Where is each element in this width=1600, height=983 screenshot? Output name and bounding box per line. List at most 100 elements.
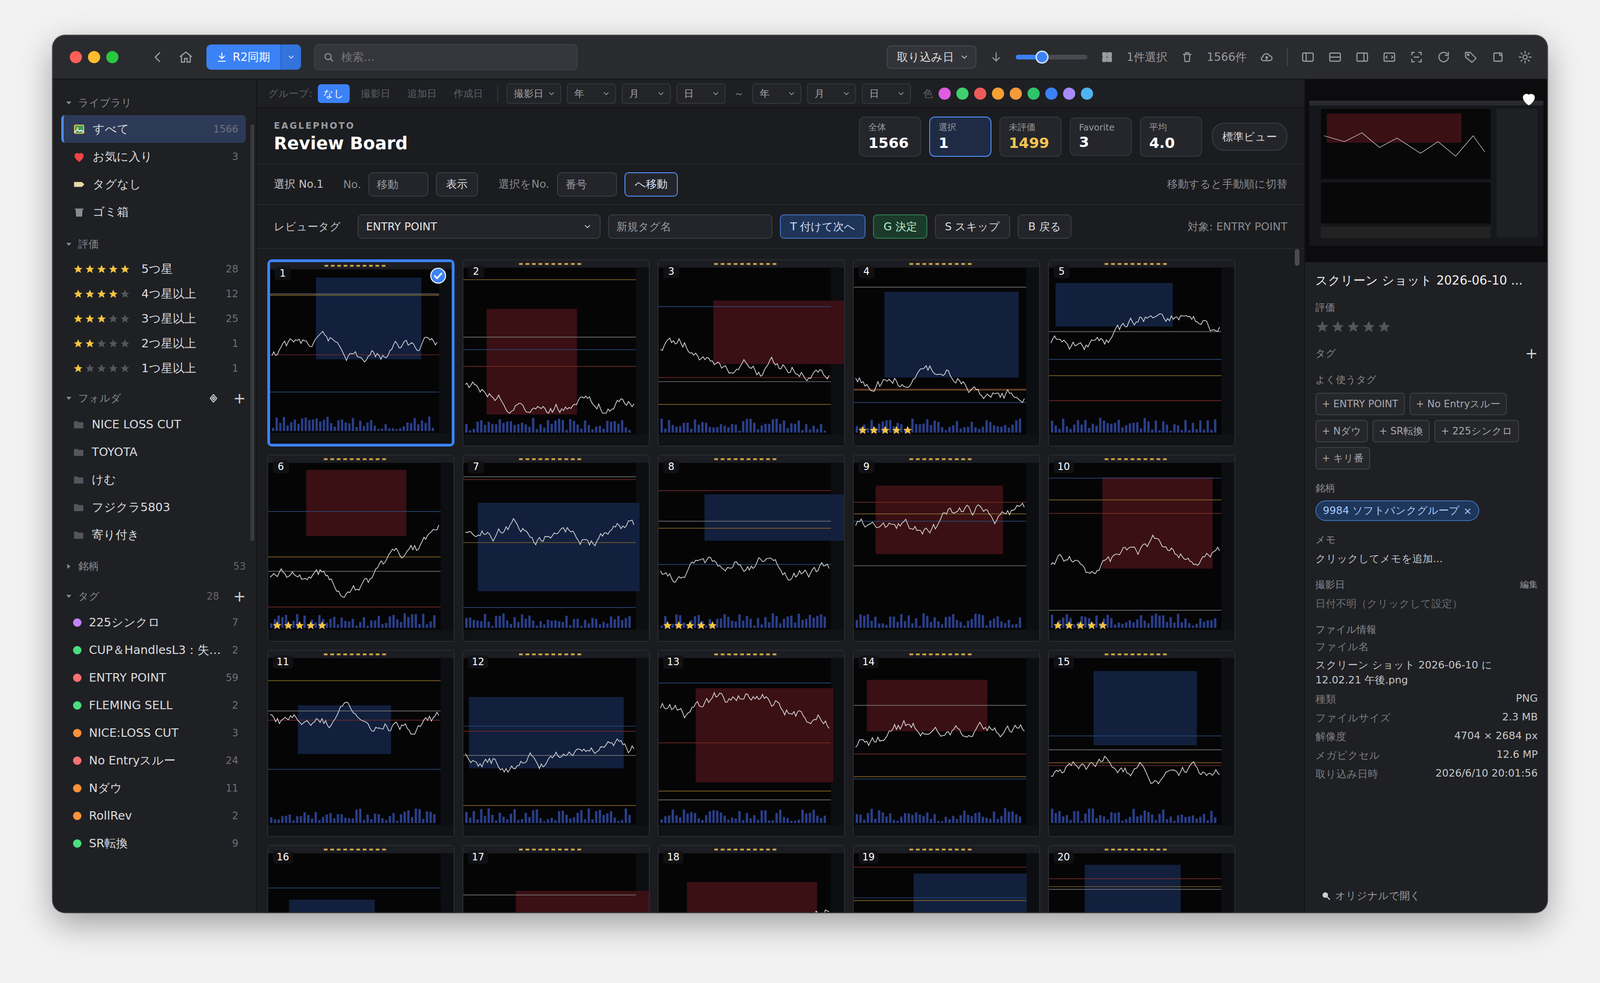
- review-tag-select[interactable]: ENTRY POINT: [357, 214, 601, 239]
- show-button[interactable]: 表示: [435, 172, 478, 197]
- tag-item[interactable]: RollRev2: [61, 801, 246, 830]
- thumbnail-card[interactable]: 1: [267, 259, 455, 447]
- tag-label[interactable]: SR転換: [88, 835, 225, 852]
- expanded-triangle-icon[interactable]: [65, 240, 73, 249]
- color-filter-dot[interactable]: [1080, 87, 1094, 100]
- date-to-dropdown[interactable]: 年: [752, 83, 802, 104]
- date-to-dropdown[interactable]: 月: [807, 83, 857, 104]
- item-label[interactable]: 4つ星以上: [141, 286, 219, 302]
- thumbnail-card[interactable]: 20: [1048, 844, 1236, 913]
- thumbnail-card[interactable]: 17: [462, 844, 650, 913]
- color-filter-dot[interactable]: [1027, 87, 1040, 100]
- frequent-tag-chip[interactable]: + Nダウ: [1315, 419, 1368, 443]
- rating-filter-item[interactable]: 1つ星以上1: [61, 355, 246, 381]
- review-action-button[interactable]: G 決定: [873, 214, 927, 239]
- review-action-button[interactable]: T 付けて次へ: [779, 214, 866, 239]
- grid-scrollbar[interactable]: [1294, 249, 1300, 266]
- rating-filter-item[interactable]: 2つ星以上1: [61, 330, 246, 356]
- sort-dropdown[interactable]: 取り込み日: [886, 45, 977, 69]
- add-folder-button[interactable]: +: [233, 390, 246, 406]
- tag-item[interactable]: 225シンクロ7: [61, 608, 246, 637]
- date-field-dropdown-label[interactable]: 撮影日: [513, 87, 544, 101]
- thumbnail-card[interactable]: 3: [657, 259, 845, 447]
- thumbnail-card[interactable]: 19: [852, 844, 1041, 913]
- home-icon[interactable]: [178, 49, 194, 65]
- item-label[interactable]: タグなし: [92, 176, 239, 192]
- add-tag-button[interactable]: +: [1525, 345, 1538, 361]
- search-box[interactable]: [314, 44, 578, 71]
- thumbnail-card[interactable]: 13: [657, 649, 845, 837]
- section-title[interactable]: フォルダ: [78, 391, 122, 406]
- layout-code-icon[interactable]: [1382, 50, 1397, 65]
- layout-left-icon[interactable]: [1300, 50, 1315, 65]
- folder-item[interactable]: TOYOTA: [61, 438, 246, 466]
- search-input[interactable]: [340, 50, 570, 65]
- trash-icon[interactable]: [1180, 50, 1194, 64]
- date-to-dropdown-label[interactable]: 日: [869, 87, 880, 101]
- tag-item[interactable]: No Entryスルー24: [61, 746, 246, 775]
- date-from-dropdown-label[interactable]: 日: [683, 87, 694, 101]
- frequent-tag-chip[interactable]: + ENTRY POINT: [1315, 392, 1405, 416]
- stat-card[interactable]: Favorite3: [1069, 117, 1132, 156]
- review-tag-value[interactable]: ENTRY POINT: [366, 220, 438, 233]
- item-label[interactable]: 1つ星以上: [141, 360, 225, 376]
- tag-item[interactable]: ENTRY POINT59: [61, 663, 246, 692]
- sidebar-item[interactable]: お気に入り3: [61, 142, 246, 171]
- sort-label[interactable]: 取り込み日: [896, 49, 955, 65]
- group-option[interactable]: 撮影日: [355, 84, 397, 103]
- thumbnail-size-slider[interactable]: [1015, 54, 1088, 60]
- minimize-button[interactable]: [88, 51, 101, 64]
- tag-item[interactable]: Nダウ11: [61, 774, 246, 802]
- thumbnail-card[interactable]: 18: [657, 844, 845, 913]
- item-label[interactable]: 2つ星以上: [141, 335, 225, 352]
- new-tag-input[interactable]: [608, 214, 773, 239]
- tag-label[interactable]: No Entryスルー: [88, 752, 219, 769]
- sidebar-section-header[interactable]: ライブラリ: [61, 90, 246, 116]
- date-from-dropdown[interactable]: 年: [566, 83, 617, 104]
- frequent-tag-chip[interactable]: + 225シンクロ: [1434, 419, 1519, 443]
- add-tag-button[interactable]: +: [233, 588, 246, 604]
- item-label[interactable]: お気に入り: [92, 148, 225, 165]
- target-number-input[interactable]: [557, 172, 617, 197]
- group-option[interactable]: 作成日: [447, 84, 489, 103]
- section-title[interactable]: 評価: [78, 237, 99, 252]
- date-from-dropdown[interactable]: 日: [676, 83, 726, 104]
- number-input[interactable]: [368, 172, 429, 197]
- sync-button-main[interactable]: R2同期: [206, 44, 281, 70]
- move-button[interactable]: へ移動: [624, 172, 678, 197]
- tag-label[interactable]: FLEMING SELL: [88, 698, 225, 712]
- item-label[interactable]: ゴミ箱: [92, 204, 239, 220]
- color-filter-dot[interactable]: [938, 87, 951, 100]
- folder-item[interactable]: NICE LOSS CUT: [61, 410, 246, 439]
- remove-ticker-button[interactable]: ×: [1463, 505, 1472, 517]
- slider-thumb[interactable]: [1035, 50, 1049, 64]
- sidebar-section-header[interactable]: 評価: [61, 232, 246, 257]
- frequent-tag-chip[interactable]: + キリ番: [1315, 447, 1371, 470]
- open-original-label[interactable]: オリジナルで開く: [1335, 888, 1421, 903]
- stat-card[interactable]: 平均4.0: [1139, 116, 1203, 157]
- frequent-tag-chip[interactable]: + No Entryスルー: [1409, 392, 1507, 416]
- stat-card[interactable]: 選択1: [929, 116, 992, 157]
- date-from-dropdown[interactable]: 月: [621, 83, 671, 104]
- sidebar-section-header[interactable]: 銘柄53: [61, 554, 246, 579]
- section-title[interactable]: 銘柄: [78, 559, 99, 574]
- details-rating-stars[interactable]: [1315, 319, 1538, 334]
- folder-label[interactable]: TOYOTA: [91, 445, 239, 459]
- sort-direction-icon[interactable]: [989, 50, 1003, 64]
- rating-filter-item[interactable]: 4つ星以上12: [61, 281, 246, 307]
- thumbnail-card[interactable]: 12: [462, 649, 650, 837]
- layout-right-icon[interactable]: [1355, 50, 1370, 65]
- expanded-triangle-icon[interactable]: [65, 394, 73, 403]
- open-original-button[interactable]: オリジナルで開く: [1315, 888, 1538, 903]
- date-from-dropdown-label[interactable]: 年: [574, 87, 585, 101]
- tag-label[interactable]: Nダウ: [88, 780, 219, 796]
- sidebar-item[interactable]: ゴミ箱: [61, 198, 246, 226]
- rating-filter-item[interactable]: 5つ星28: [61, 256, 246, 282]
- view-mode-button[interactable]: 標準ビュー: [1211, 122, 1288, 151]
- date-from-dropdown-label[interactable]: 月: [629, 87, 639, 101]
- review-action-button[interactable]: S スキップ: [934, 214, 1011, 239]
- color-filter-dot[interactable]: [1063, 87, 1076, 100]
- refresh-icon[interactable]: [1436, 50, 1451, 65]
- sidebar-item[interactable]: タグなし: [61, 170, 246, 199]
- date-to-dropdown-label[interactable]: 年: [759, 87, 770, 101]
